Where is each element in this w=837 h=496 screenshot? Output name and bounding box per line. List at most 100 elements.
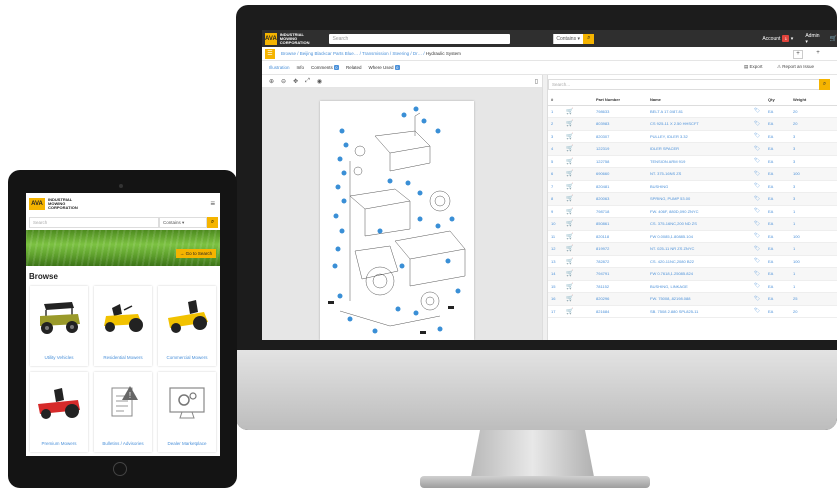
part-number[interactable]: 794791 xyxy=(596,267,650,281)
zoom-out-icon[interactable]: ⊖ xyxy=(281,78,286,85)
tag-icon[interactable]: 🏷 xyxy=(754,155,768,168)
tab-illustration[interactable]: Illustration xyxy=(269,65,290,70)
part-number[interactable]: 850861 xyxy=(596,217,650,231)
add-to-cart-icon[interactable]: 🛒 xyxy=(566,305,596,318)
part-number[interactable]: 820118 xyxy=(596,230,650,243)
table-row[interactable]: 3 🛒 820307 PULLEY, IDLER 3.32 🏷 EA 3 xyxy=(548,130,837,143)
add-to-cart-icon[interactable]: 🛒 xyxy=(566,217,596,231)
parts-search-input[interactable]: Search... xyxy=(548,79,829,90)
add-to-cart-icon[interactable]: 🛒 xyxy=(566,205,596,218)
tag-icon[interactable]: 🏷 xyxy=(754,267,768,281)
part-name[interactable]: CS. 420-11NC,2080 B22 xyxy=(650,255,754,268)
table-row[interactable]: 17 🛒 821684 SB. 7508 2.880 SPL825-11 🏷 EA 20 xyxy=(548,305,837,318)
tag-icon[interactable]: 🏷 xyxy=(754,167,768,181)
tab-related[interactable]: Related xyxy=(346,65,362,70)
part-name[interactable]: CS 925-11 X 2.50 HHSCFT xyxy=(650,117,754,131)
part-number[interactable]: 798718 xyxy=(596,205,650,218)
tag-icon[interactable]: 🏷 xyxy=(754,242,768,256)
add-button[interactable]: + xyxy=(793,50,803,59)
add-to-cart-icon[interactable]: 🛒 xyxy=(566,142,596,156)
category-card-utility-vehicles[interactable]: Utility Vehicles xyxy=(30,286,88,366)
panel-toggle-icon[interactable]: ▯ xyxy=(535,78,538,85)
add-to-cart-icon[interactable]: 🛒 xyxy=(566,242,596,256)
parts-search-button[interactable]: ⌕ xyxy=(819,79,830,90)
part-name[interactable]: NT. 025-11 NR ZS ZNYC xyxy=(650,242,754,256)
fit-icon[interactable]: ⤢ xyxy=(305,78,310,85)
add-to-cart-icon[interactable]: 🛒 xyxy=(566,155,596,168)
tag-icon[interactable]: 🏷 xyxy=(754,117,768,131)
part-name[interactable]: PULLEY, IDLER 3.32 xyxy=(650,130,754,143)
add-to-cart-icon[interactable]: 🛒 xyxy=(566,255,596,268)
part-number[interactable]: 803983 xyxy=(596,117,650,131)
exploded-diagram[interactable] xyxy=(320,101,474,340)
export-button[interactable]: ▤ Export xyxy=(744,64,763,70)
part-number[interactable]: 782872 xyxy=(596,255,650,268)
tag-icon[interactable]: 🏷 xyxy=(754,105,768,118)
tablet-contains-dropdown[interactable]: Contains ▾ xyxy=(159,217,207,228)
table-row[interactable]: 13 🛒 782872 CS. 420-11NC,2080 B22 🏷 EA 100 xyxy=(548,255,837,268)
table-row[interactable]: 16 🛒 820296 FW. 75008,.82198.088 🏷 EA 25 xyxy=(548,292,837,306)
part-number[interactable]: 820481 xyxy=(596,180,650,193)
table-row[interactable]: 1 🛒 798633 BELT A 17.0/87.81 🏷 EA 20 xyxy=(548,105,837,118)
part-name[interactable]: FW. 75008,.82198.088 xyxy=(650,292,754,306)
table-row[interactable]: 4 🛒 122319 IDLER SPACER 🏷 EA 3 xyxy=(548,142,837,156)
tag-icon[interactable]: 🏷 xyxy=(754,142,768,156)
part-number[interactable]: 820307 xyxy=(596,130,650,143)
breadcrumb-item[interactable]: Beijing Blackcar Parts Blue… xyxy=(300,51,359,56)
tablet-search-input[interactable]: Search xyxy=(29,217,159,228)
menu-icon[interactable]: ☰ xyxy=(265,48,275,59)
zoom-in-icon[interactable]: ⊕ xyxy=(269,78,274,85)
add-to-cart-icon[interactable]: 🛒 xyxy=(566,180,596,193)
part-name[interactable]: FW 0.0085,1.80885.104 xyxy=(650,230,754,243)
part-number[interactable]: 798633 xyxy=(596,105,650,118)
search-button[interactable]: ⌕ xyxy=(583,33,595,44)
table-row[interactable]: 12 🛒 819972 NT. 025-11 NR ZS ZNYC 🏷 EA 1 xyxy=(548,242,837,256)
tag-icon[interactable]: 🏷 xyxy=(754,305,768,318)
part-number[interactable]: 820296 xyxy=(596,292,650,306)
part-name[interactable]: FW 0.7618,1.25085.824 xyxy=(650,267,754,281)
part-name[interactable]: BUSHING, LINKAGE xyxy=(650,280,754,293)
add-to-cart-icon[interactable]: 🛒 xyxy=(566,292,596,306)
add-to-cart-icon[interactable]: 🛒 xyxy=(566,267,596,281)
tag-icon[interactable]: 🏷 xyxy=(754,292,768,306)
report-issue-button[interactable]: ⚠ Report an Issue xyxy=(777,64,814,70)
hamburger-menu-icon[interactable]: ≡ xyxy=(210,199,215,208)
add-to-cart-icon[interactable]: 🛒 xyxy=(566,192,596,206)
tag-icon[interactable]: 🏷 xyxy=(754,205,768,218)
search-input[interactable]: Search xyxy=(329,33,511,44)
add-to-cart-icon[interactable]: 🛒 xyxy=(566,105,596,118)
table-row[interactable]: 5 🛒 122758 TENSION ARM 919 🏷 EA 3 xyxy=(548,155,837,168)
part-name[interactable]: SPRING, PUMP 53.00 xyxy=(650,192,754,206)
category-card-dealer-marketplace[interactable]: Dealer Marketplace xyxy=(158,372,216,452)
breadcrumb-item[interactable]: Browse xyxy=(281,51,296,56)
account-menu[interactable]: Account 1 ▾ xyxy=(762,35,793,42)
tab-comments[interactable]: Comments 0 xyxy=(311,65,340,70)
breadcrumb-item[interactable]: Transmission / Steering / Dr… xyxy=(362,51,422,56)
tag-icon[interactable]: 🏷 xyxy=(754,230,768,243)
part-number[interactable]: 122758 xyxy=(596,155,650,168)
part-number[interactable]: 690660 xyxy=(596,167,650,181)
part-name[interactable]: BUSHING xyxy=(650,180,754,193)
part-name[interactable]: SB. 7508 2.880 SPL825-11 xyxy=(650,305,754,318)
add-to-cart-icon[interactable]: 🛒 xyxy=(566,117,596,131)
tag-icon[interactable]: 🏷 xyxy=(754,280,768,293)
go-to-search-button[interactable]: → Go to Search xyxy=(176,249,216,258)
admin-menu[interactable]: Admin ▾ xyxy=(805,33,819,45)
tag-icon[interactable]: 🏷 xyxy=(754,180,768,193)
tag-icon[interactable]: 🏷 xyxy=(754,192,768,206)
part-number[interactable]: 781152 xyxy=(596,280,650,293)
table-row[interactable]: 8 🛒 820063 SPRING, PUMP 53.00 🏷 EA 3 xyxy=(548,192,837,206)
tablet-search-button[interactable]: ⌕ xyxy=(207,217,218,228)
add-to-cart-icon[interactable]: 🛒 xyxy=(566,167,596,181)
table-row[interactable]: 15 🛒 781152 BUSHING, LINKAGE 🏷 EA 1 xyxy=(548,280,837,293)
illustration-viewer[interactable] xyxy=(262,88,542,340)
part-number[interactable]: 122319 xyxy=(596,142,650,156)
part-name[interactable]: BELT A 17.0/87.81 xyxy=(650,105,754,118)
tab-where-used[interactable]: Where Used 0 xyxy=(369,65,400,70)
contains-dropdown[interactable]: Contains ▾ xyxy=(553,33,584,44)
table-row[interactable]: 9 🛒 798718 FW. 406F, 880D,090 ZNYC 🏷 EA 1 xyxy=(548,205,837,218)
table-row[interactable]: 7 🛒 820481 BUSHING 🏷 EA 3 xyxy=(548,180,837,193)
cart-icon[interactable]: 🛒 xyxy=(830,35,837,42)
table-row[interactable]: 11 🛒 820118 FW 0.0085,1.80885.104 🏷 EA 100 xyxy=(548,230,837,243)
part-name[interactable]: NT. 375-16NS ZS xyxy=(650,167,754,181)
